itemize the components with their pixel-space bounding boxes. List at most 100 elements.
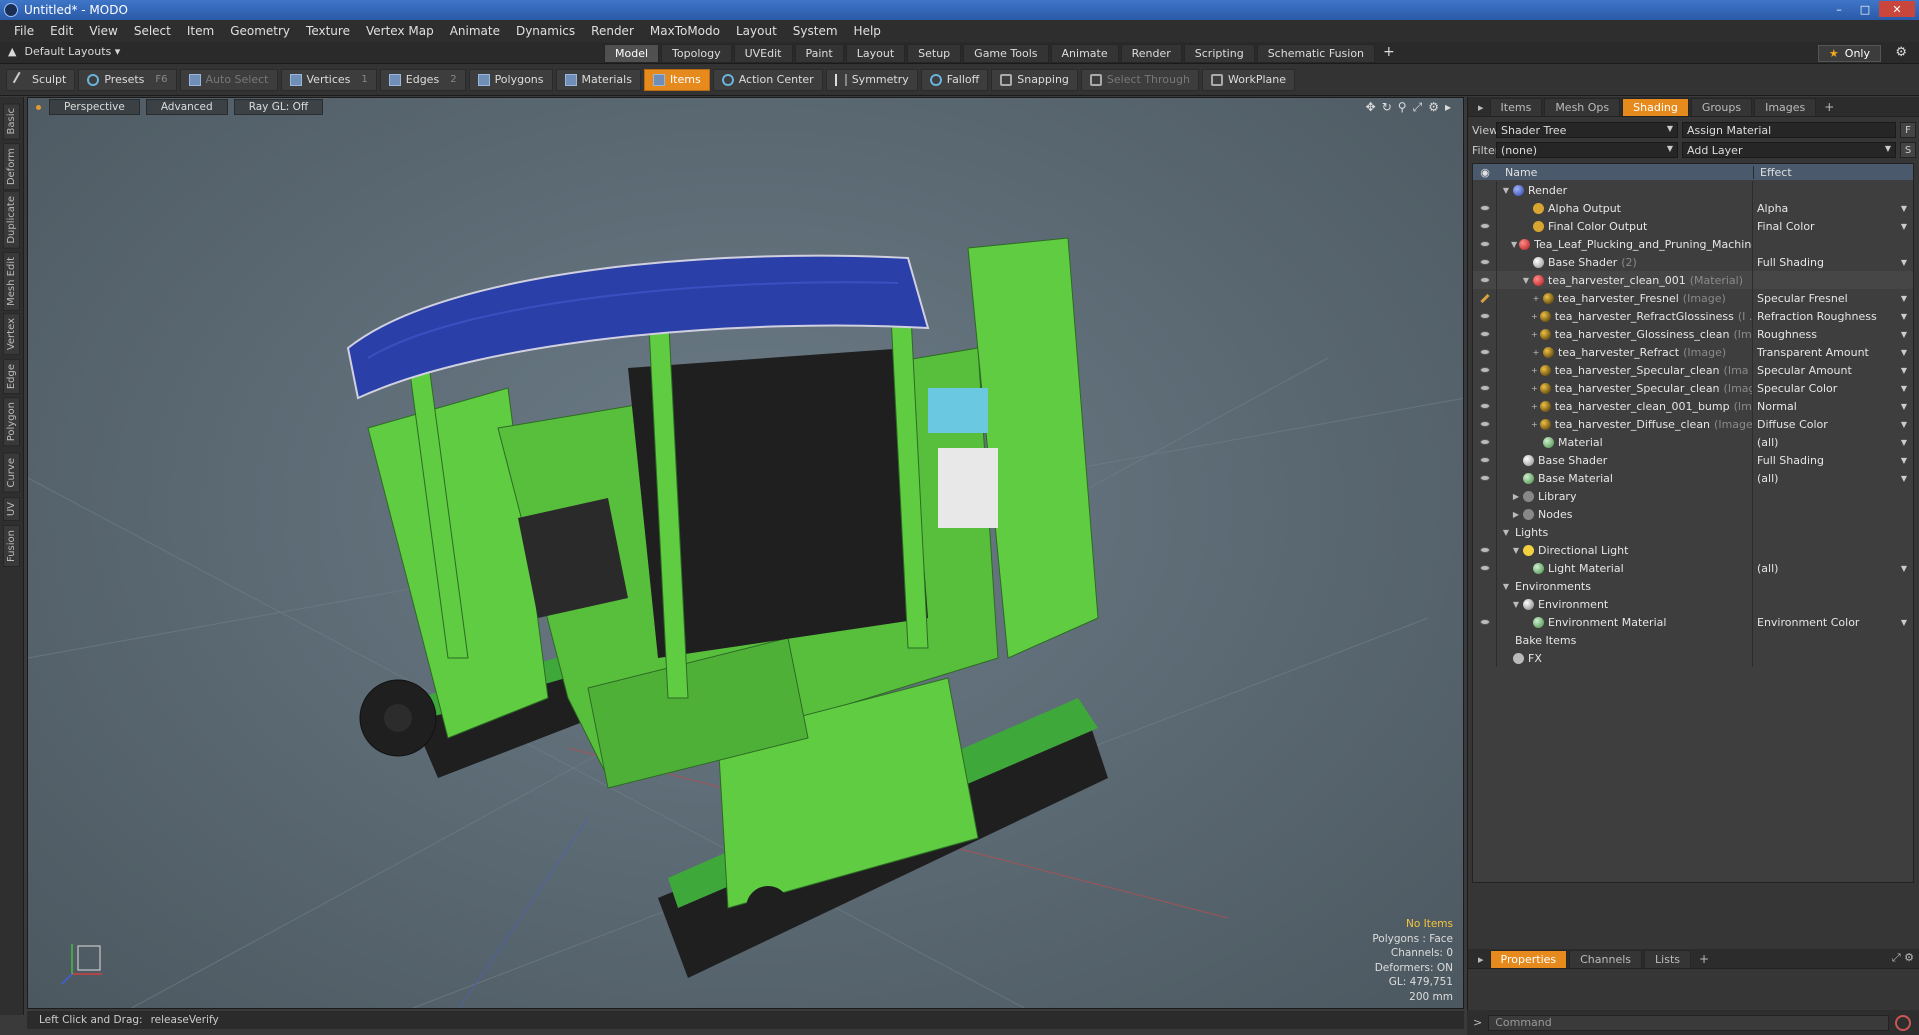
tree-row[interactable]: Base Shader (2) Full Shading ▼	[1473, 253, 1913, 271]
tree-row[interactable]: Material (all) ▼	[1473, 433, 1913, 451]
close-button[interactable]: ✕	[1879, 1, 1915, 17]
menu-view[interactable]: View	[81, 24, 125, 38]
tab-topology[interactable]: Topology	[661, 44, 732, 63]
fit-icon[interactable]: ⤢	[1413, 100, 1423, 115]
tree-row[interactable]: + tea_harvester_Refract (Image) Transparent…	[1473, 343, 1913, 361]
visibility-toggle[interactable]	[1473, 379, 1497, 397]
menu-dynamics[interactable]: Dynamics	[508, 24, 583, 38]
expand-toggle-icon[interactable]: +	[1531, 420, 1538, 429]
presets-button[interactable]: Presets F6	[78, 68, 177, 91]
3d-viewport[interactable]: Perspective Advanced Ray GL: Off ✥ ↻ ⚲ ⤢…	[27, 97, 1464, 1009]
effect-dropdown-icon[interactable]: ▼	[1901, 474, 1907, 483]
effect-cell[interactable]: Environment Color ▼	[1753, 613, 1913, 631]
menu-item[interactable]: Item	[179, 24, 222, 38]
collapse-arrow-icon[interactable]: ▲	[8, 45, 16, 58]
viewport-menu-icon[interactable]	[36, 104, 41, 110]
effect-cell[interactable]: Transparent Amount ▼	[1753, 343, 1913, 361]
visibility-toggle[interactable]	[1473, 397, 1497, 415]
menu-render[interactable]: Render	[583, 24, 642, 38]
tree-row[interactable]: Light Material (all) ▼	[1473, 559, 1913, 577]
tab-paint[interactable]: Paint	[794, 44, 844, 63]
effect-cell[interactable]: Refraction Roughness ▼	[1753, 307, 1913, 325]
tree-row[interactable]: +tea_harvester_clean_001_bump(Im ...Norm…	[1473, 397, 1913, 415]
tab-schematic-fusion[interactable]: Schematic Fusion	[1256, 44, 1376, 63]
tree-row[interactable]: ▼ Tea_Leaf_Plucking_and_Pruning_Machine .…	[1473, 235, 1913, 253]
filter-dropdown[interactable]: (none) ▼	[1496, 142, 1678, 158]
tab-setup[interactable]: Setup	[907, 44, 962, 63]
visibility-toggle[interactable]	[1473, 613, 1497, 631]
perspective-dropdown[interactable]: Perspective	[49, 99, 140, 115]
menu-system[interactable]: System	[785, 24, 846, 38]
add-properties-tab-icon[interactable]: +	[1693, 950, 1715, 968]
expand-panel-icon[interactable]: ⤢ ⚙	[1892, 951, 1914, 965]
select-through-button[interactable]: Select Through	[1080, 68, 1199, 91]
viewport-settings-icon[interactable]: ⚙	[1428, 100, 1439, 115]
tab-lists[interactable]: Lists	[1644, 950, 1691, 968]
expand-toggle-icon[interactable]: ▼	[1511, 600, 1521, 609]
tab-properties[interactable]: Properties	[1489, 950, 1568, 968]
assign-material-button[interactable]: Assign Material	[1682, 122, 1896, 138]
effect-cell[interactable]: (all) ▼	[1753, 559, 1913, 577]
effect-cell[interactable]: Specular Color ▼	[1753, 379, 1913, 397]
tree-row[interactable]: + tea_harvester_Fresnel (Image) Specular Fr…	[1473, 289, 1913, 307]
command-input[interactable]: Command	[1488, 1014, 1889, 1031]
tree-row[interactable]: +tea_harvester_Glossiness_clean(Im ...Ro…	[1473, 325, 1913, 343]
effect-dropdown-icon[interactable]: ▼	[1901, 384, 1907, 393]
effect-cell[interactable]: Full Shading ▼	[1753, 253, 1913, 271]
only-button[interactable]: ★ Only	[1817, 45, 1881, 62]
menu-geometry[interactable]: Geometry	[222, 24, 298, 38]
tree-row[interactable]: +tea_harvester_Specular_clean(Image)Spec…	[1473, 379, 1913, 397]
panel-menu-icon[interactable]: ▸	[1474, 99, 1488, 116]
tab-channels[interactable]: Channels	[1569, 950, 1643, 968]
expand-toggle-icon[interactable]: +	[1531, 348, 1541, 357]
effect-dropdown-icon[interactable]: ▼	[1901, 420, 1907, 429]
effect-cell[interactable]: Final Color ▼	[1753, 217, 1913, 235]
stop-icon[interactable]	[1895, 1014, 1911, 1031]
visibility-toggle[interactable]	[1473, 469, 1497, 487]
tree-row[interactable]: ▼ Environment	[1473, 595, 1913, 613]
effect-dropdown-icon[interactable]: ▼	[1901, 618, 1907, 627]
tab-uvedit[interactable]: UVEdit	[733, 44, 793, 63]
properties-menu-icon[interactable]: ▸	[1474, 951, 1488, 968]
expand-toggle-icon[interactable]: ▶	[1511, 510, 1521, 519]
visibility-toggle[interactable]	[1473, 217, 1497, 235]
visibility-toggle[interactable]	[1473, 433, 1497, 451]
workplane-button[interactable]: WorkPlane	[1201, 68, 1295, 91]
tree-row[interactable]: Base Shader Full Shading ▼	[1473, 451, 1913, 469]
effect-dropdown-icon[interactable]: ▼	[1901, 564, 1907, 573]
expand-toggle-icon[interactable]: ▼	[1511, 240, 1517, 249]
f-button[interactable]: F	[1900, 122, 1916, 138]
tree-row[interactable]: Alpha Output Alpha ▼	[1473, 199, 1913, 217]
effect-cell[interactable]: Roughness ▼	[1753, 325, 1913, 343]
visibility-toggle[interactable]	[1473, 559, 1497, 577]
ray-gl-toggle[interactable]: Ray GL: Off	[233, 99, 324, 115]
effect-dropdown-icon[interactable]: ▼	[1901, 222, 1907, 231]
visibility-toggle[interactable]	[1473, 271, 1497, 289]
visibility-toggle[interactable]	[1473, 343, 1497, 361]
effect-cell[interactable]: (all) ▼	[1753, 433, 1913, 451]
tree-row[interactable]: Final Color Output Final Color ▼	[1473, 217, 1913, 235]
tab-items[interactable]: Items	[1489, 98, 1543, 116]
pan-icon[interactable]: ✥	[1366, 100, 1376, 115]
tree-row[interactable]: ▼ Directional Light	[1473, 541, 1913, 559]
effect-dropdown-icon[interactable]: ▼	[1901, 402, 1907, 411]
add-layer-dropdown[interactable]: Add Layer ▼	[1682, 142, 1896, 158]
effect-cell[interactable]: Specular Amount ▼	[1753, 361, 1913, 379]
tab-groups[interactable]: Groups	[1690, 98, 1753, 116]
effect-cell[interactable]: Specular Fresnel ▼	[1753, 289, 1913, 307]
tab-mesh-ops[interactable]: Mesh Ops	[1544, 98, 1621, 116]
edges-button[interactable]: Edges 2	[379, 68, 466, 91]
tree-row[interactable]: ▶ Nodes	[1473, 505, 1913, 523]
materials-button[interactable]: Materials	[555, 68, 641, 91]
effect-dropdown-icon[interactable]: ▼	[1901, 330, 1907, 339]
tree-row[interactable]: +tea_harvester_RefractGlossiness(I ...Re…	[1473, 307, 1913, 325]
visibility-toggle[interactable]	[1473, 181, 1497, 199]
effect-cell[interactable]: (all) ▼	[1753, 469, 1913, 487]
expand-toggle-icon[interactable]: ▶	[1511, 492, 1521, 501]
expand-toggle-icon[interactable]: ▼	[1521, 276, 1531, 285]
visibility-toggle[interactable]	[1473, 199, 1497, 217]
tab-layout[interactable]: Layout	[845, 44, 906, 63]
visibility-toggle[interactable]	[1473, 253, 1497, 271]
view-dropdown[interactable]: Shader Tree ▼	[1496, 122, 1678, 138]
tree-row[interactable]: ▼ tea_harvester_clean_001 (Material)	[1473, 271, 1913, 289]
